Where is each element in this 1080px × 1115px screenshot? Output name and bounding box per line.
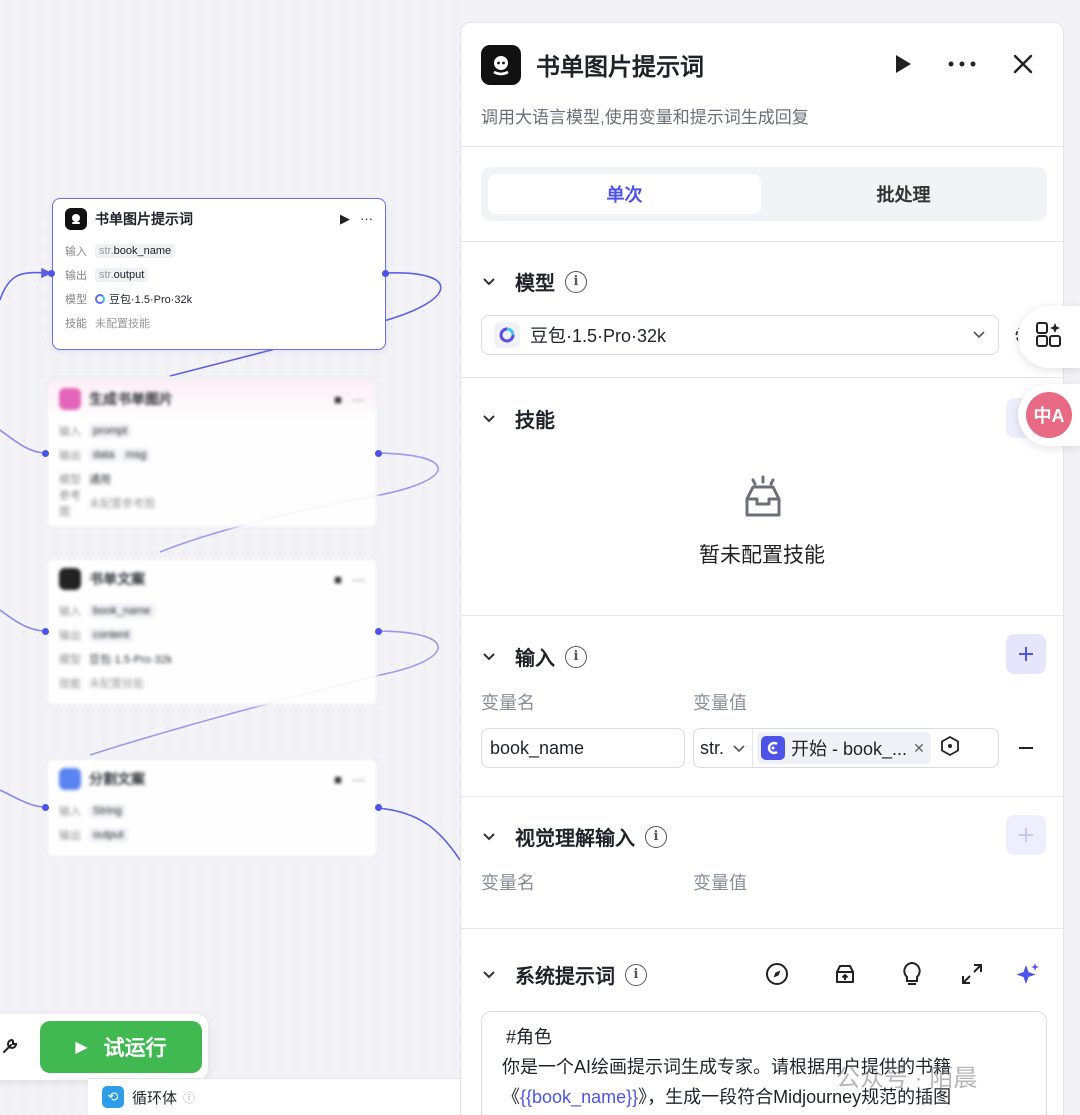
type-select[interactable]: str. [694, 729, 754, 767]
bulb-icon[interactable] [898, 960, 926, 988]
translate-button[interactable]: 中A [1018, 384, 1080, 446]
skills-empty-text: 暂未配置技能 [699, 544, 825, 567]
close-icon[interactable]: ✕ [913, 740, 925, 757]
node-row-input: 输入 str.book_name [53, 239, 385, 263]
input-col-name: 变量名 [481, 693, 535, 713]
output-port[interactable] [375, 450, 382, 457]
loop-icon: ⟲ [102, 1086, 124, 1108]
info-icon[interactable]: i [565, 645, 587, 668]
section-skills[interactable]: 技能 [481, 404, 555, 433]
node-settings-panel: 书单图片提示词 调用大语言模型,使用变量和提示词生成回复 单次 批处理 模型 i… [460, 22, 1064, 1115]
translate-icon: 中A [1026, 392, 1072, 438]
play-icon[interactable]: ■ [334, 772, 342, 787]
section-vision-input[interactable]: 视觉理解输入 i [481, 822, 667, 851]
vision-col-name: 变量名 [481, 873, 535, 893]
more-icon[interactable]: ··· [352, 772, 365, 787]
more-icon[interactable] [947, 49, 977, 79]
play-icon[interactable] [888, 49, 918, 79]
panel-title: 书单图片提示词 [536, 54, 704, 81]
apps-button[interactable] [1018, 306, 1080, 368]
input-port[interactable] [42, 628, 49, 635]
node-book-copy[interactable]: 书单文案 ■ ··· 输入 book_name 输出 content 模型 豆包·1.5… [46, 558, 378, 706]
image-icon [59, 388, 81, 410]
panel-header: 书单图片提示词 调用大语言模型,使用变量和提示词生成回复 [461, 23, 1063, 147]
loop-body-bar[interactable]: ⟲ 循环体 ⓘ [88, 1078, 460, 1115]
library-icon[interactable] [831, 960, 859, 988]
bot-icon [65, 208, 87, 230]
info-icon[interactable]: i [565, 270, 587, 293]
input-port[interactable] [42, 804, 49, 811]
close-icon[interactable] [1008, 49, 1038, 79]
chevron-down-icon[interactable] [481, 829, 497, 845]
node-generate-book-image[interactable]: 生成书单图片 ■ ··· 输入 prompt 输出 data msg 模型 通用 参考图… [46, 378, 378, 528]
doubao-icon [95, 294, 105, 304]
section-input[interactable]: 输入 i [481, 642, 587, 671]
play-icon[interactable]: ■ [334, 392, 342, 407]
more-icon[interactable]: ··· [352, 572, 365, 587]
more-icon[interactable]: ··· [360, 211, 373, 227]
node-row-skills: 技能 未配置技能 [65, 318, 150, 330]
add-vision-input-button[interactable] [1006, 815, 1046, 855]
chevron-down-icon[interactable] [481, 967, 497, 983]
workflow-canvas[interactable]: 书单图片提示词 ▶ ··· 输入 str.book_name 输出 str.ou… [0, 0, 460, 1115]
vision-col-value: 变量值 [693, 873, 747, 893]
info-icon[interactable]: i [625, 963, 647, 986]
chevron-down-icon[interactable] [481, 274, 497, 290]
bot-icon [481, 45, 521, 85]
node-title: 书单图片提示词 [95, 211, 193, 227]
variable-reference-tag[interactable]: 开始 - book_... ✕ [757, 732, 931, 764]
variable-value-field: str. 开始 - book_... ✕ [693, 728, 999, 768]
add-input-button[interactable] [1006, 634, 1046, 674]
panel-description: 调用大语言模型,使用变量和提示词生成回复 [481, 108, 809, 127]
info-icon[interactable]: i [645, 825, 667, 848]
watermark: 公众号 · 陌晨 [836, 1065, 978, 1092]
node-book-image-prompt[interactable]: 书单图片提示词 ▶ ··· 输入 str.book_name 输出 str.ou… [52, 198, 386, 350]
input-port[interactable] [48, 270, 55, 277]
mode-tabs: 单次 批处理 [481, 167, 1047, 221]
model-select[interactable]: 豆包·1.5·Pro·32k [481, 315, 999, 355]
node-row-model: 模型 豆包·1.5·Pro·32k [65, 294, 193, 306]
compass-icon[interactable] [763, 960, 791, 988]
chevron-down-icon[interactable] [481, 411, 497, 427]
expand-icon[interactable] [958, 960, 986, 988]
code-icon [59, 768, 81, 790]
chevron-down-icon [972, 325, 986, 346]
chevron-down-icon[interactable] [481, 649, 497, 665]
output-port[interactable] [375, 804, 382, 811]
prompt-variable: {{book_name}} [520, 1087, 639, 1107]
tab-batch[interactable]: 批处理 [767, 174, 1040, 214]
play-icon[interactable]: ■ [334, 572, 342, 587]
tab-single[interactable]: 单次 [488, 174, 761, 214]
output-port[interactable] [375, 628, 382, 635]
wrench-icon[interactable] [0, 1036, 20, 1061]
section-model[interactable]: 模型 i [481, 267, 587, 296]
play-icon[interactable]: ▶ [340, 211, 350, 227]
tray-icon [739, 475, 787, 526]
input-port[interactable] [42, 450, 49, 457]
input-col-value: 变量值 [693, 693, 747, 713]
doubao-icon [494, 322, 520, 348]
start-icon [761, 736, 786, 760]
info-icon: ⓘ [183, 1090, 196, 1105]
section-system-prompt[interactable]: 系统提示词 i [481, 960, 647, 989]
test-run-button[interactable]: ▶ 试运行 [40, 1021, 202, 1073]
minus-icon[interactable] [1018, 738, 1034, 763]
output-port[interactable] [382, 270, 389, 277]
node-split-copy[interactable]: 分割文案 ■ ··· 输入 String 输出 output [46, 758, 378, 858]
sparkle-icon[interactable] [1014, 960, 1042, 988]
play-icon: ▶ [75, 1039, 88, 1056]
bot-icon [59, 568, 81, 590]
variable-name-input[interactable]: book_name [481, 728, 685, 768]
variable-picker-icon[interactable] [939, 735, 961, 762]
more-icon[interactable]: ··· [352, 392, 365, 407]
node-row-output: 输出 str.output [53, 263, 385, 287]
